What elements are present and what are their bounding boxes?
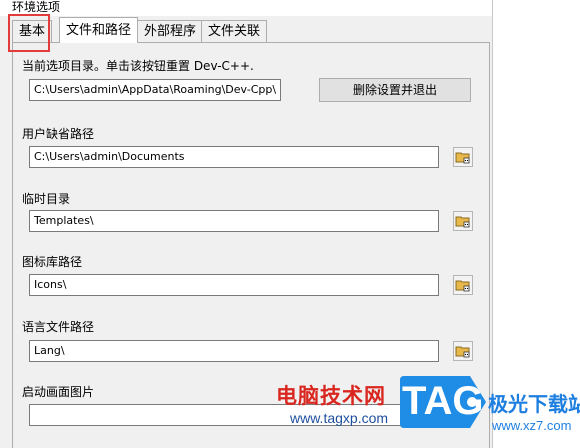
browse-user-default-path-button[interactable] bbox=[453, 147, 473, 167]
folder-browse-icon bbox=[455, 346, 470, 358]
watermark-site-url: www.xz7.com bbox=[492, 418, 572, 433]
config-dir-label: 当前选项目录。单击该按钮重置 Dev-C++. bbox=[22, 59, 254, 73]
watermark-text: 电脑技术网 bbox=[276, 384, 386, 408]
watermark-url: www.tagxp.com bbox=[290, 410, 389, 426]
user-default-path-field[interactable]: C:\Users\admin\Documents bbox=[29, 146, 439, 168]
folder-browse-icon bbox=[455, 216, 470, 228]
folder-browse-icon bbox=[455, 152, 470, 164]
browse-icon-lib-button[interactable] bbox=[453, 275, 473, 295]
temp-dir-field[interactable]: Templates\ bbox=[29, 210, 439, 232]
reset-settings-button[interactable]: 删除设置并退出 bbox=[319, 78, 471, 102]
icon-lib-field[interactable]: Icons\ bbox=[29, 274, 439, 296]
watermark-tag-badge: TAG bbox=[398, 374, 488, 430]
temp-dir-label: 临时目录 bbox=[22, 192, 71, 206]
tab-file-associations[interactable]: 文件关联 bbox=[201, 20, 268, 42]
tab-files-and-paths[interactable]: 文件和路径 bbox=[59, 17, 139, 43]
user-default-path-label: 用户缺省路径 bbox=[22, 127, 95, 141]
title-bar: 环境选项 bbox=[0, 0, 492, 16]
tab-external-programs[interactable]: 外部程序 bbox=[137, 20, 204, 42]
lang-path-label: 语言文件路径 bbox=[22, 320, 95, 334]
browse-temp-dir-button[interactable] bbox=[453, 211, 473, 231]
window-title: 环境选项 bbox=[12, 0, 61, 14]
browse-lang-path-button[interactable] bbox=[453, 341, 473, 361]
splash-image-label: 启动画面图片 bbox=[22, 385, 95, 399]
config-dir-field[interactable]: C:\Users\admin\AppData\Roaming\Dev-Cpp\ bbox=[29, 79, 281, 101]
tag-badge-text: TAG bbox=[402, 379, 484, 423]
icon-lib-label: 图标库路径 bbox=[22, 255, 83, 269]
folder-browse-icon bbox=[455, 280, 470, 292]
watermark-site-name: 极光下载站 bbox=[488, 392, 580, 416]
lang-path-field[interactable]: Lang\ bbox=[29, 340, 439, 362]
highlight-box bbox=[8, 14, 50, 52]
